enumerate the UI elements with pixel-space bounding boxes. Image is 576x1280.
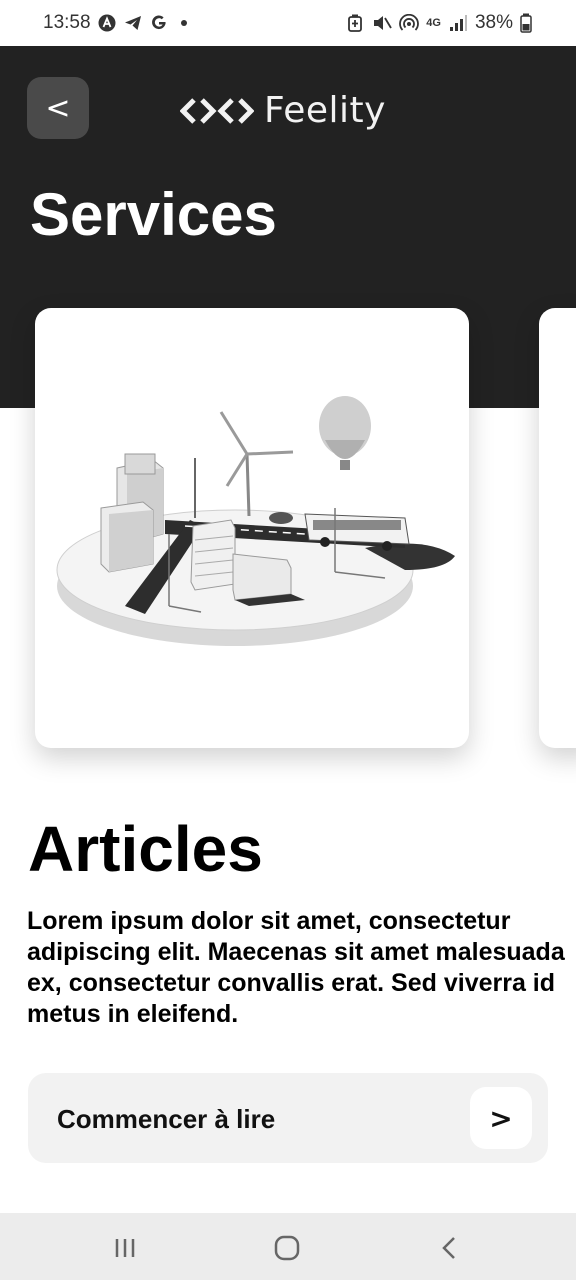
home-icon[interactable]	[272, 1233, 302, 1263]
section-title: Articles	[28, 813, 263, 885]
mute-icon	[372, 13, 393, 33]
notification-dot-icon	[180, 20, 187, 26]
a-badge-icon	[97, 13, 117, 33]
google-icon	[149, 13, 169, 33]
back-button[interactable]: <	[27, 77, 89, 139]
brand-logo: Feelity	[180, 90, 386, 131]
start-reading-label: Commencer à lire	[57, 1104, 276, 1134]
telegram-icon	[123, 13, 143, 33]
status-left: 13:58	[43, 12, 187, 34]
battery-icon	[520, 13, 532, 33]
recent-apps-icon[interactable]	[110, 1233, 140, 1263]
section-description: Lorem ipsum dolor sit amet, consectetur …	[27, 907, 565, 1028]
battery-percent: 38%	[474, 12, 513, 33]
hotspot-icon	[399, 13, 420, 33]
status-time: 13:58	[43, 12, 91, 33]
feelity-logo-icon	[180, 97, 254, 124]
back-nav-icon[interactable]	[434, 1233, 464, 1263]
network-4g-icon: 4G	[426, 16, 441, 29]
page-title: Services	[30, 181, 277, 248]
system-nav-bar	[0, 1213, 576, 1280]
battery-saver-icon	[345, 13, 365, 33]
status-right: 4G 38%	[345, 12, 532, 34]
status-bar: 13:58 4G 38%	[0, 0, 576, 46]
chevron-right-icon[interactable]: >	[470, 1087, 532, 1149]
smart-city-illustration	[56, 396, 455, 646]
service-card[interactable]	[35, 308, 469, 748]
signal-icon	[448, 13, 468, 33]
start-reading-button[interactable]: Commencer à lire >	[28, 1073, 548, 1163]
brand-name: Feelity	[264, 90, 386, 131]
next-service-card[interactable]	[539, 308, 576, 748]
